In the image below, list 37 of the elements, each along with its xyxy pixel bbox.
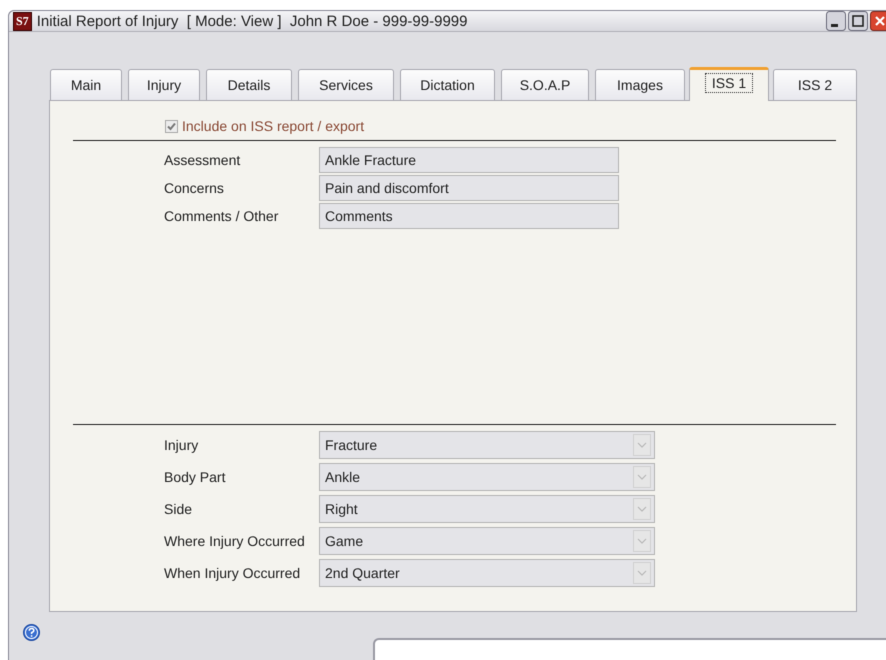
maximize-icon[interactable] [848,11,868,31]
field-label: Where Injury Occurred [163,533,306,549]
field-label: Injury [163,437,200,453]
field-label: Assessment [163,152,242,168]
tab[interactable]: Injury [128,69,200,100]
chevron-down-icon [633,530,651,552]
tab[interactable]: Main [50,69,122,100]
checkbox-label: Include on ISS report / export [182,118,364,134]
dropdown[interactable]: Game [319,527,655,555]
close-icon[interactable] [870,11,886,31]
dropdown[interactable]: Fracture [319,431,655,459]
tab[interactable]: Images [595,69,685,100]
chevron-down-icon [633,466,651,488]
tab[interactable]: S.O.A.P [501,69,589,100]
dropdown[interactable]: Right [319,495,655,523]
help-icon[interactable] [23,624,40,641]
text-field[interactable]: Comments [319,203,619,229]
chevron-down-icon [633,434,651,456]
field-label: Comments / Other [163,208,280,224]
text-field[interactable]: Ankle Fracture [319,147,619,173]
tab[interactable]: Dictation [400,69,495,100]
field-label: Body Part [163,469,226,485]
chevron-down-icon [633,562,651,584]
minimize-icon[interactable] [826,11,846,31]
field-label: When Injury Occurred [163,565,302,581]
chevron-down-icon [633,498,651,520]
tab[interactable]: ISS 1 [689,67,769,101]
app-logo: S7 [13,12,32,30]
window-title: Initial Report of Injury [ Mode: View ] John R Doe - 999-99-9999 [36,12,468,30]
tab[interactable]: Details [206,69,292,100]
dropdown[interactable]: 2nd Quarter [319,559,655,587]
tab[interactable]: Services [298,69,394,100]
tab[interactable]: ISS 2 [773,69,857,100]
field-label: Side [163,501,194,517]
field-label: Concerns [163,180,225,196]
text-field[interactable]: Pain and discomfort [319,175,619,201]
dropdown[interactable]: Ankle [319,463,655,491]
